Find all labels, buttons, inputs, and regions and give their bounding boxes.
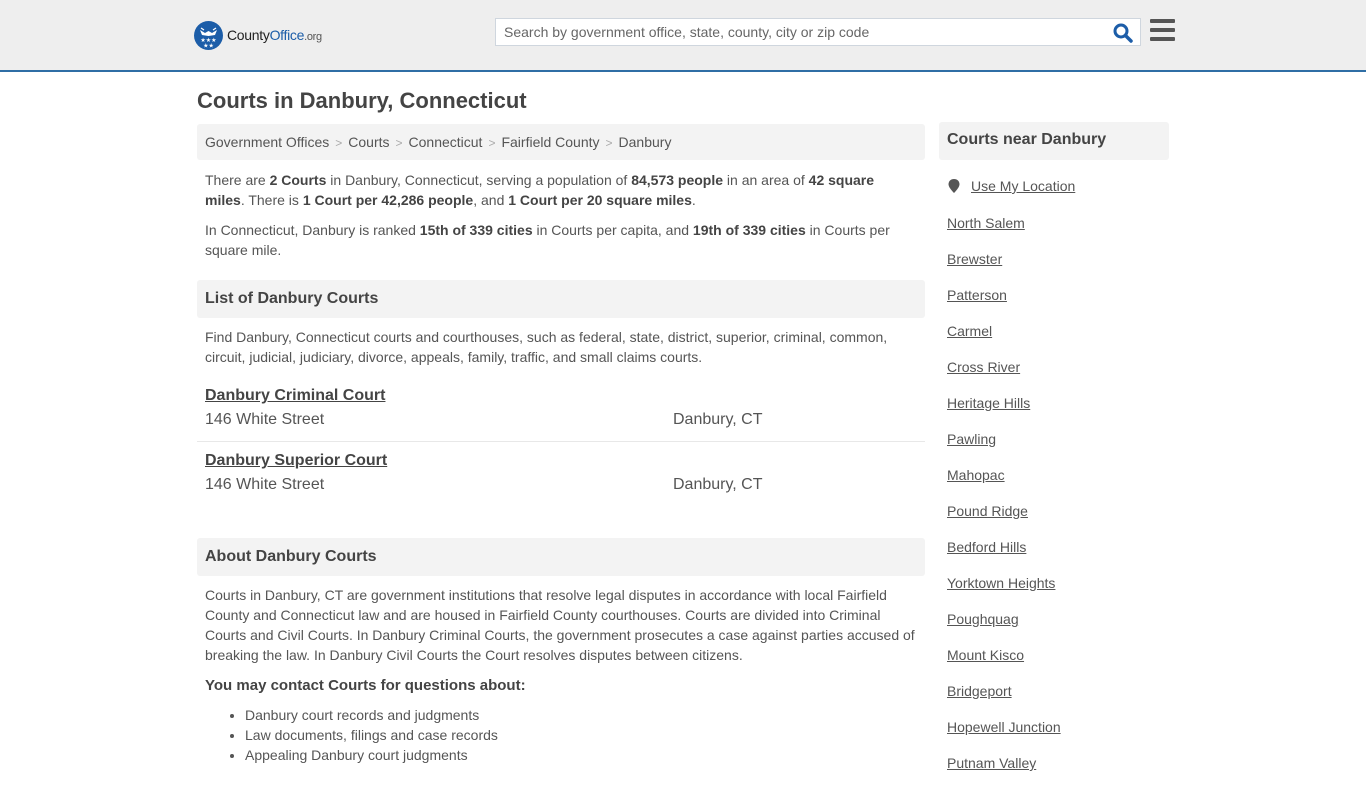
- court-listing: Danbury Criminal Court 146 White Street …: [197, 385, 925, 442]
- svg-text:★★: ★★: [203, 42, 214, 49]
- page-title: Courts in Danbury, Connecticut: [197, 88, 527, 113]
- contact-heading: You may contact Courts for questions abo…: [205, 677, 526, 694]
- about-section-body: Courts in Danbury, CT are government ins…: [205, 587, 915, 663]
- contact-topics-list: Danbury court records and judgments Law …: [245, 705, 498, 765]
- breadcrumb-government-offices[interactable]: Government Offices: [205, 134, 329, 150]
- nearby-city-link[interactable]: Bridgeport: [947, 683, 1012, 699]
- list-item: Appealing Danbury court judgments: [245, 745, 498, 765]
- search-box: [495, 18, 1141, 46]
- menu-icon-bar: [1150, 28, 1175, 32]
- list-section-intro: Find Danbury, Connecticut courts and cou…: [205, 329, 888, 365]
- logo-text: CountyOffice.org: [227, 27, 322, 43]
- nearby-city-link[interactable]: Heritage Hills: [947, 395, 1030, 411]
- court-address: 146 White Street: [205, 476, 325, 493]
- nearby-city-link[interactable]: Cross River: [947, 359, 1020, 375]
- search-icon: [1113, 23, 1133, 43]
- use-my-location-link[interactable]: Use My Location: [971, 178, 1075, 194]
- court-city: Danbury, CT: [673, 411, 763, 428]
- search-input[interactable]: [496, 19, 1106, 45]
- breadcrumb-connecticut[interactable]: Connecticut: [409, 134, 483, 150]
- hamburger-menu-button[interactable]: [1150, 19, 1175, 41]
- nearby-city-link[interactable]: Putnam Valley: [947, 755, 1036, 771]
- about-section-heading: About Danbury Courts: [197, 538, 925, 576]
- eagle-stars-logo-icon: ★★★ ★★: [194, 20, 223, 50]
- summary-stats: There are 2 Courts in Danbury, Connectic…: [205, 172, 875, 208]
- court-listing: Danbury Superior Court 146 White Street …: [197, 450, 925, 500]
- map-marker-icon: [948, 179, 960, 193]
- nearby-city-link[interactable]: Bedford Hills: [947, 539, 1026, 555]
- use-my-location: Use My Location: [947, 178, 1075, 194]
- nearby-city-link[interactable]: Mahopac: [947, 467, 1005, 483]
- breadcrumb-separator: >: [335, 136, 343, 150]
- nearby-city-link[interactable]: Mount Kisco: [947, 647, 1024, 663]
- nearby-city-link[interactable]: Pawling: [947, 431, 996, 447]
- summary-rankings: In Connecticut, Danbury is ranked 15th o…: [205, 222, 890, 258]
- nearby-city-link[interactable]: Pound Ridge: [947, 503, 1028, 519]
- breadcrumb-separator: >: [395, 136, 403, 150]
- breadcrumb: Government Offices > Courts > Connecticut > Fa…: [197, 124, 925, 160]
- court-address: 146 White Street: [205, 411, 325, 428]
- nearby-city-link[interactable]: North Salem: [947, 215, 1025, 231]
- list-item: Law documents, filings and case records: [245, 725, 498, 745]
- breadcrumb-separator: >: [488, 136, 496, 150]
- nearby-city-link[interactable]: Hopewell Junction: [947, 719, 1061, 735]
- nearby-city-link[interactable]: Brewster: [947, 251, 1002, 267]
- menu-icon-bar: [1150, 37, 1175, 41]
- list-section-heading: List of Danbury Courts: [197, 280, 925, 318]
- nearby-city-link[interactable]: Carmel: [947, 323, 992, 339]
- breadcrumb-separator: >: [605, 136, 613, 150]
- nearby-courts-list: North Salem Brewster Patterson Carmel Cr…: [947, 213, 1061, 789]
- list-item: Danbury court records and judgments: [245, 705, 498, 725]
- menu-icon-bar: [1150, 19, 1175, 23]
- nearby-city-link[interactable]: Patterson: [947, 287, 1007, 303]
- breadcrumb-fairfield-county[interactable]: Fairfield County: [501, 134, 599, 150]
- breadcrumb-courts[interactable]: Courts: [348, 134, 389, 150]
- search-button[interactable]: [1112, 22, 1134, 44]
- breadcrumb-danbury[interactable]: Danbury: [619, 134, 672, 150]
- nearby-city-link[interactable]: Poughquag: [947, 611, 1019, 627]
- court-city: Danbury, CT: [673, 476, 763, 493]
- site-header: ★★★ ★★ CountyOffice.org: [0, 0, 1366, 72]
- court-name-link[interactable]: Danbury Superior Court: [205, 450, 917, 472]
- site-logo[interactable]: ★★★ ★★ CountyOffice.org: [194, 20, 322, 50]
- sidebar-heading: Courts near Danbury: [939, 122, 1169, 160]
- nearby-city-link[interactable]: Yorktown Heights: [947, 575, 1055, 591]
- court-name-link[interactable]: Danbury Criminal Court: [205, 385, 917, 407]
